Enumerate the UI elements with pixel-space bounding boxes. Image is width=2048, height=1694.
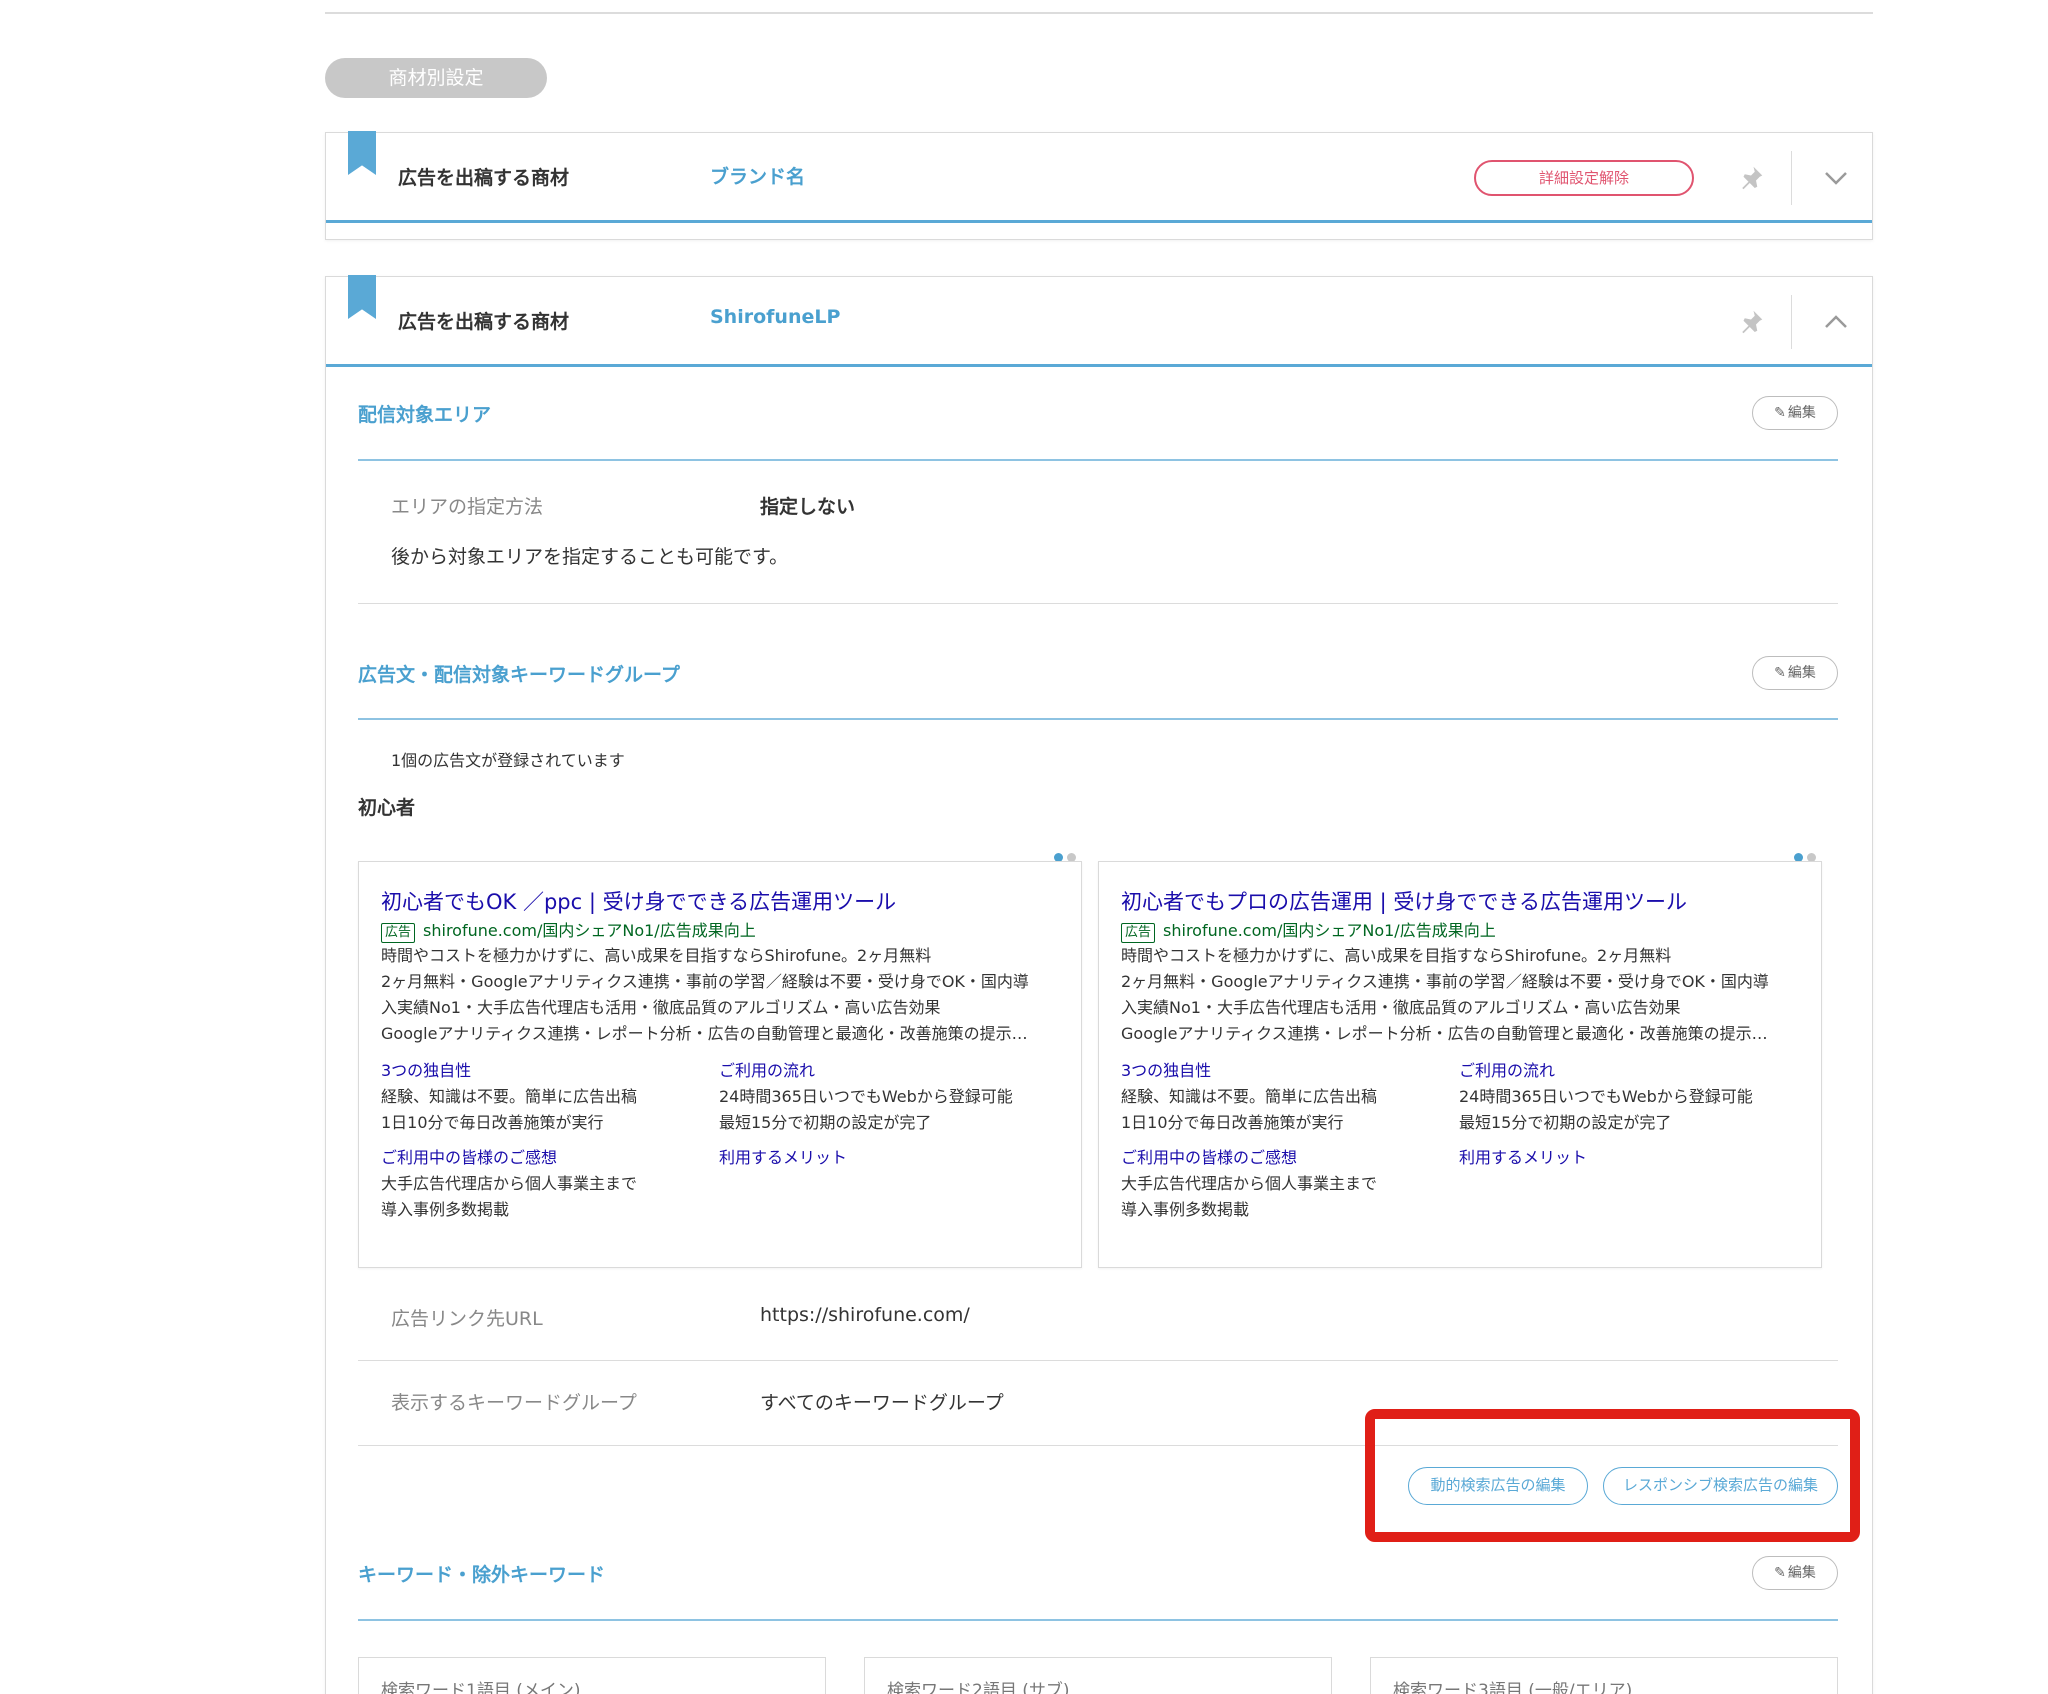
sitelink-desc: 24時間365日いつでもWebから登録可能 [1459,1087,1753,1106]
pencil-icon: ✎ [1774,405,1786,421]
ad-description-line: 入実績No1・大手広告代理店も活用・徹底品質のアルゴリズム・高い広告効果 [381,998,941,1017]
divider [358,1360,1838,1361]
sitelink-desc: 最短15分で初期の設定が完了 [1459,1113,1672,1132]
sitelink-desc: 最短15分で初期の設定が完了 [719,1113,932,1132]
keywords-section-title: キーワード・除外キーワード [358,1564,606,1586]
sitelink-title: ご利用の流れ [1459,1061,1556,1080]
sitelink: ご利用中の皆様のご感想 大手広告代理店から個人事業主まで 導入事例多数掲載 [381,1145,701,1223]
sitelink-desc: 大手広告代理店から個人事業主まで [1121,1174,1378,1193]
product-name: ShirofuneLP [710,306,841,328]
keyword-group-label: 表示するキーワードグループ [391,1392,637,1414]
sitelink-desc: 経験、知識は不要。簡単に広告出稿 [381,1087,638,1106]
product-name: ブランド名 [710,166,806,188]
ad-count-text: 1個の広告文が登録されています [391,751,625,770]
product-card-header[interactable]: 広告を出稿する商材 ShirofuneLP [326,275,1872,367]
header-divider [1791,295,1792,349]
area-method-label: エリアの指定方法 [391,496,544,518]
ad-description: 時間やコストを極力かけずに、高い成果を目指すならShirofune。2ヶ月無料 … [1121,943,1811,1047]
section-divider [358,1619,1838,1621]
keyword-group-name: 初心者 [358,797,416,819]
ad-url-row: 広告 shirofune.com/国内シェアNo1/広告成果向上 [381,917,756,943]
pin-icon[interactable] [1736,163,1766,193]
keyword-box-general[interactable]: 検索ワード3語目 (一般/エリア) [1370,1657,1838,1694]
ad-preview-card: 初心者でもOK ／ppc | 受け身でできる広告運用ツール 広告 shirofun… [358,861,1082,1268]
carousel-dots[interactable] [1050,847,1076,862]
ad-badge: 広告 [1121,923,1156,943]
sitelink-title: 3つの独自性 [381,1061,472,1080]
sitelink-desc: 導入事例多数掲載 [381,1200,510,1219]
header-divider [1791,151,1792,205]
keyword-box-label: 検索ワード2語目 (サブ) [887,1681,1070,1694]
keyword-box-label: 検索ワード1語目 (メイン) [381,1681,581,1694]
sitelink-desc: 24時間365日いつでもWebから登録可能 [719,1087,1013,1106]
keyword-box-sub[interactable]: 検索ワード2語目 (サブ) [864,1657,1332,1694]
bookmark-icon [348,275,376,319]
ad-description-line: 2ヶ月無料・Googleアナリティクス連携・事前の学習／経験は不要・受け身でOK… [1121,972,1769,991]
sitelink: ご利用中の皆様のご感想 大手広告代理店から個人事業主まで 導入事例多数掲載 [1121,1145,1441,1223]
sitelink-title: ご利用の流れ [719,1061,816,1080]
pencil-icon: ✎ [1774,1565,1786,1581]
ad-description-line: 2ヶ月無料・Googleアナリティクス連携・事前の学習／経験は不要・受け身でOK… [381,972,1029,991]
area-method-value: 指定しない [760,496,856,518]
sitelink: ご利用の流れ 24時間365日いつでもWebから登録可能 最短15分で初期の設定… [719,1058,1039,1136]
ad-description-line: Googleアナリティクス連携・レポート分析・広告の自動管理と最適化・改善施策の… [381,1024,1028,1043]
pencil-icon: ✎ [1774,665,1786,681]
ad-url-row: 広告 shirofune.com/国内シェアNo1/広告成果向上 [1121,917,1496,943]
chevron-up-icon[interactable] [1821,307,1851,337]
sitelink-title: 利用するメリット [1459,1148,1588,1167]
keyword-box-main[interactable]: 検索ワード1語目 (メイン) [358,1657,826,1694]
sitelink-desc: 1日10分で毎日改善施策が実行 [381,1113,604,1132]
ad-description-line: Googleアナリティクス連携・レポート分析・広告の自動管理と最適化・改善施策の… [1121,1024,1768,1043]
sitelink-title: ご利用中の皆様のご感想 [1121,1148,1298,1167]
sitelink: 3つの独自性 経験、知識は不要。簡単に広告出稿 1日10分で毎日改善施策が実行 [1121,1058,1441,1136]
chevron-down-icon[interactable] [1821,163,1851,193]
sitelink-desc: 導入事例多数掲載 [1121,1200,1250,1219]
sitelink: 利用するメリット [719,1145,1039,1171]
section-label: 商材別設定 [325,58,547,98]
product-card-brand: 広告を出稿する商材 ブランド名 詳細設定解除 [325,131,1873,240]
area-section-title: 配信対象エリア [358,404,492,426]
top-divider [325,12,1873,14]
divider [358,603,1838,604]
sitelink-title: ご利用中の皆様のご感想 [381,1148,558,1167]
product-card-header[interactable]: 広告を出稿する商材 ブランド名 詳細設定解除 [326,131,1872,223]
product-label: 広告を出稿する商材 [398,167,570,189]
ads-edit-button[interactable]: ✎ 編集 [1752,656,1838,690]
ad-description-line: 時間やコストを極力かけずに、高い成果を目指すならShirofune。2ヶ月無料 [1121,946,1672,965]
sitelink-title: 利用するメリット [719,1148,848,1167]
sitelink-title: 3つの独自性 [1121,1061,1212,1080]
sitelink: 3つの独自性 経験、知識は不要。簡単に広告出稿 1日10分で毎日改善施策が実行 [381,1058,701,1136]
ads-section-title: 広告文・配信対象キーワードグループ [358,664,680,686]
keyword-box-label: 検索ワード3語目 (一般/エリア) [1393,1681,1633,1694]
ad-headline: 初心者でもOK ／ppc | 受け身でできる広告運用ツール [381,890,897,914]
carousel-dots[interactable] [1790,847,1816,862]
sitelink-desc: 大手広告代理店から個人事業主まで [381,1174,638,1193]
link-url-label: 広告リンク先URL [391,1308,543,1330]
bookmark-icon [348,131,376,175]
sitelink: 利用するメリット [1459,1145,1779,1171]
keyword-group-value: すべてのキーワードグループ [760,1392,1004,1414]
area-note: 後から対象エリアを指定することも可能です。 [391,546,789,568]
product-label: 広告を出稿する商材 [398,311,570,333]
sitelink-desc: 1日10分で毎日改善施策が実行 [1121,1113,1344,1132]
link-url-value: https://shirofune.com/ [760,1304,970,1326]
ad-display-url: shirofune.com/国内シェアNo1/広告成果向上 [1163,921,1496,940]
ad-description-line: 入実績No1・大手広告代理店も活用・徹底品質のアルゴリズム・高い広告効果 [1121,998,1681,1017]
ad-display-url: shirofune.com/国内シェアNo1/広告成果向上 [423,921,756,940]
unset-detail-button[interactable]: 詳細設定解除 [1474,160,1694,196]
section-divider [358,718,1838,720]
ad-headline: 初心者でもプロの広告運用 | 受け身でできる広告運用ツール [1121,890,1688,914]
ad-badge: 広告 [381,923,416,943]
sitelink-desc: 経験、知識は不要。簡単に広告出稿 [1121,1087,1378,1106]
ad-description: 時間やコストを極力かけずに、高い成果を目指すならShirofune。2ヶ月無料 … [381,943,1071,1047]
pin-icon[interactable] [1736,307,1766,337]
highlight-annotation-box [1365,1409,1860,1542]
keywords-edit-button[interactable]: ✎ 編集 [1752,1556,1838,1590]
area-edit-button[interactable]: ✎ 編集 [1752,396,1838,430]
ad-preview-card: 初心者でもプロの広告運用 | 受け身でできる広告運用ツール 広告 shirofun… [1098,861,1822,1268]
section-divider [358,459,1838,461]
sitelink: ご利用の流れ 24時間365日いつでもWebから登録可能 最短15分で初期の設定… [1459,1058,1779,1136]
ad-description-line: 時間やコストを極力かけずに、高い成果を目指すならShirofune。2ヶ月無料 [381,946,932,965]
